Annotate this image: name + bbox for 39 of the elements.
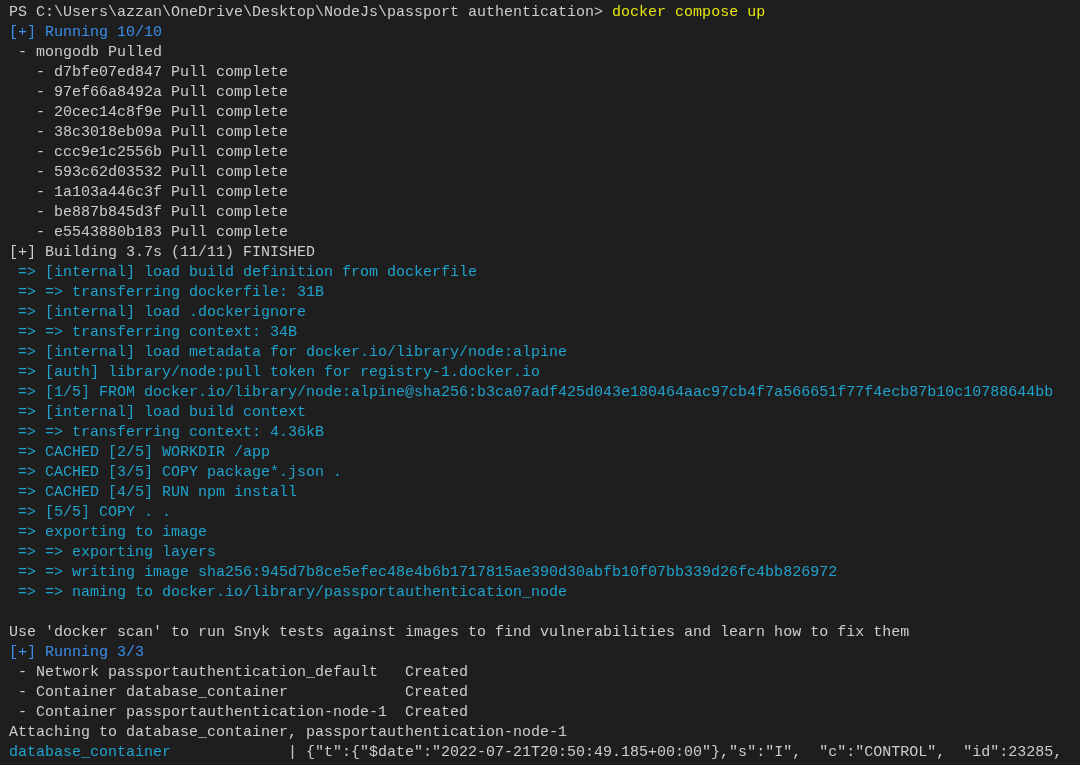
terminal-text: - 1a103a446c3f Pull complete xyxy=(35,183,289,203)
terminal-text: - Container database_container Created xyxy=(17,683,469,703)
terminal-text: - ccc9e1c2556b Pull complete xyxy=(35,143,289,163)
terminal-text: Attaching to database_container, passportauthentication-node-1 xyxy=(9,723,568,743)
status-text: [+] Running 10/10 xyxy=(9,23,163,43)
terminal-text: - d7bfe07ed847 Pull complete xyxy=(35,63,289,83)
build-step-text: => [5/5] COPY . . xyxy=(17,503,172,523)
terminal-text: Use 'docker scan' to run Snyk tests against images to find vulnerabilities and learn how to fix them xyxy=(9,623,910,643)
terminal-text: - 593c62d03532 Pull complete xyxy=(35,163,289,183)
terminal-text: - 97ef66a8492a Pull complete xyxy=(35,83,289,103)
build-step-text: => => naming to docker.io/library/passportauthentication_node xyxy=(17,583,568,603)
build-step-text: => CACHED [3/5] COPY package*.json . xyxy=(17,463,343,483)
terminal-text: - e5543880b183 Pull complete xyxy=(35,223,289,243)
build-step-text: => [internal] load metadata for docker.io/library/node:alpine xyxy=(17,343,568,363)
build-step-text: => => exporting layers xyxy=(17,543,217,563)
service-name: database_container xyxy=(9,743,172,763)
build-step-text: => => transferring dockerfile: 31B xyxy=(17,283,325,303)
terminal-text: - be887b845d3f Pull complete xyxy=(35,203,289,223)
build-step-text: => [1/5] FROM docker.io/library/node:alpine@sha256:b3ca07adf425d043e180464aac97cb4f7a566651f77f4ecb87b10c10788644bb xyxy=(17,383,1054,403)
terminal-text: - mongodb Pulled xyxy=(17,43,163,63)
build-step-text: => => transferring context: 34B xyxy=(17,323,298,343)
build-step-text: => [internal] load build definition from dockerfile xyxy=(17,263,478,283)
build-step-text: => CACHED [4/5] RUN npm install xyxy=(17,483,298,503)
build-step-text: => [internal] load build context xyxy=(17,403,307,423)
status-text: [+] Running 3/3 xyxy=(9,643,145,663)
terminal-text: - Network passportauthentication_default Created xyxy=(17,663,469,683)
build-step-text: => CACHED [2/5] WORKDIR /app xyxy=(17,443,271,463)
terminal-text: [+] Building 3.7s (11/11) FINISHED xyxy=(9,243,316,263)
terminal-text: - 20cec14c8f9e Pull complete xyxy=(35,103,289,123)
terminal-text: - Container passportauthentication-node-1 Created xyxy=(17,703,469,723)
build-step-text: => exporting to image xyxy=(17,523,208,543)
build-step-text: => [auth] library/node:pull token for registry-1.docker.io xyxy=(17,363,541,383)
terminal-text: PS C:\Users\azzan\OneDrive\Desktop\NodeJs\passport authentication> xyxy=(9,3,605,23)
command-text: docker compose up xyxy=(612,3,766,23)
build-step-text: => => writing image sha256:945d7b8ce5efec48e4b6b1717815ae390d30abfb10f07bb339d26fc4bb826972 xyxy=(17,563,838,583)
build-step-text: => [internal] load .dockerignore xyxy=(17,303,307,323)
build-step-text: => => transferring context: 4.36kB xyxy=(17,423,325,443)
terminal-text: - 38c3018eb09a Pull complete xyxy=(35,123,289,143)
terminal-text: | {"t":{"$date":"2022-07-21T20:50:49.185+00:00"},"s":"I", "c":"CONTROL", "id":23285, xyxy=(287,743,1063,763)
